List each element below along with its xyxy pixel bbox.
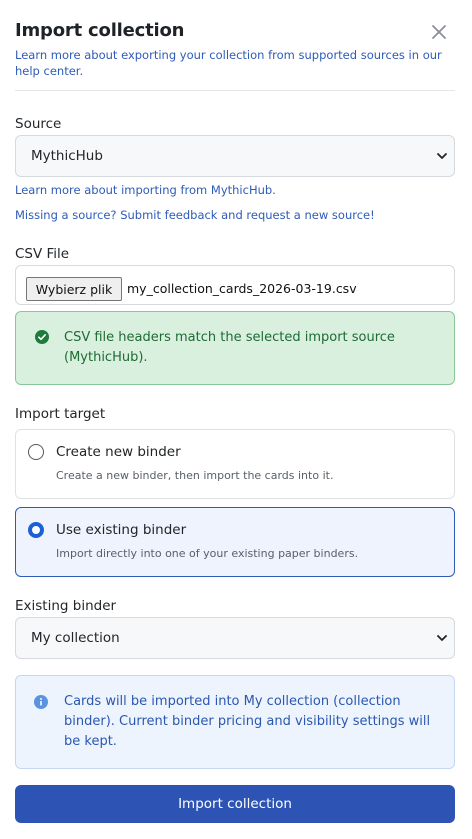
csv-file-label: CSV File (15, 246, 70, 262)
source-select-value: MythicHub (31, 148, 103, 164)
chevron-down-icon (437, 153, 447, 159)
option-use-existing-binder[interactable] (15, 507, 455, 577)
existing-binder-label: Existing binder (15, 598, 117, 614)
close-button[interactable] (428, 20, 450, 44)
info-message: Cards will be imported into My collectio… (64, 694, 431, 749)
radio-use-existing-binder[interactable] (28, 522, 44, 538)
choose-file-button[interactable]: Wybierz plik (26, 277, 122, 301)
existing-binder-select[interactable]: My collection (15, 617, 455, 659)
existing-binder-value: My collection (31, 630, 120, 646)
csv-success-message: CSV file headers match the selected impo… (64, 330, 395, 365)
option-create-new-binder[interactable] (15, 429, 455, 499)
check-circle-icon (35, 330, 49, 344)
import-target-label: Import target (15, 406, 106, 422)
learn-more-source-link[interactable]: Learn more about importing from MythicHu… (15, 183, 276, 197)
csv-file-name: my_collection_cards_2026-03-19.csv (127, 281, 357, 296)
dialog-title: Import collection (15, 20, 185, 41)
request-source-link[interactable]: Missing a source? Submit feedback and re… (15, 208, 375, 222)
option-title: Use existing binder (56, 522, 187, 538)
radio-create-new-binder[interactable] (28, 444, 44, 460)
help-center-link[interactable]: Learn more about exporting your collecti… (15, 47, 445, 79)
chevron-down-icon (437, 635, 447, 641)
import-collection-button[interactable]: Import collection (15, 785, 455, 823)
option-title: Create new binder (56, 444, 181, 460)
close-icon (432, 25, 446, 39)
source-select[interactable]: MythicHub (15, 135, 455, 177)
info-icon (34, 695, 48, 709)
source-label: Source (15, 116, 62, 132)
header-divider (15, 90, 455, 91)
option-description: Import directly into one of your existin… (56, 547, 359, 560)
option-description: Create a new binder, then import the car… (56, 469, 334, 482)
